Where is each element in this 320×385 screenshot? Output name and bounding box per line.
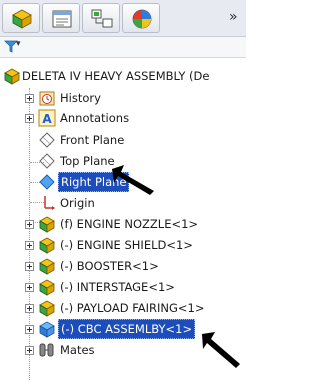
- part-icon: [39, 279, 55, 296]
- pointer-arrow-icon: [202, 332, 240, 368]
- tree-item-label: (-) ENGINE SHIELD<1>: [60, 238, 193, 252]
- expand-icon[interactable]: [25, 283, 34, 292]
- tree-root-label: DELETA IV HEAVY ASSEMBLY (De: [22, 69, 210, 83]
- appearance-icon: [132, 9, 152, 29]
- mates-icon: [39, 343, 54, 357]
- tree-item-engine-shield[interactable]: (-) ENGINE SHIELD<1>: [0, 235, 246, 255]
- manager-tab-bar: »: [0, 0, 246, 37]
- tree-item-label: Annotations: [60, 111, 130, 125]
- plane-icon: [39, 132, 55, 148]
- tree-item-label: Origin: [60, 196, 95, 210]
- assembly-icon: [4, 68, 20, 85]
- part-icon: [39, 300, 55, 317]
- tree-item-payload-fairing[interactable]: (-) PAYLOAD FAIRING<1>: [0, 298, 246, 318]
- plane-icon: [39, 174, 55, 190]
- appearance-tab[interactable]: [122, 3, 160, 33]
- tree-item-interstage[interactable]: (-) INTERSTAGE<1>: [0, 277, 246, 297]
- expand-icon[interactable]: [25, 220, 34, 229]
- origin-icon: [44, 196, 55, 210]
- tree-item-label: Top Plane: [60, 154, 115, 168]
- plane-icon: [39, 153, 55, 169]
- part-icon: [39, 258, 55, 275]
- property-manager-icon: [52, 10, 72, 28]
- expand-icon[interactable]: [25, 304, 34, 313]
- svg-text:A: A: [42, 112, 52, 126]
- expand-icon[interactable]: [25, 241, 34, 250]
- property-manager-tab[interactable]: [42, 3, 80, 33]
- pointer-arrow-icon: [112, 165, 154, 195]
- tree-root[interactable]: DELETA IV HEAVY ASSEMBLY (De: [0, 66, 246, 86]
- configuration-icon: [91, 9, 113, 28]
- tree-item-label: Mates: [60, 343, 95, 357]
- tree-item-label: (f) ENGINE NOZZLE<1>: [60, 217, 199, 231]
- tree-item-label: Front Plane: [60, 133, 125, 147]
- tree-item-label: (-) INTERSTAGE<1>: [60, 280, 175, 294]
- tree-item-label: History: [60, 91, 101, 105]
- filter-bar: ▾: [0, 37, 246, 58]
- tree-item-engine-nozzle[interactable]: (f) ENGINE NOZZLE<1>: [0, 214, 246, 234]
- part-icon: [39, 237, 55, 254]
- tree-item-history[interactable]: History: [0, 88, 246, 108]
- expand-icon[interactable]: [25, 114, 34, 123]
- tree-item-annotations[interactable]: A Annotations: [0, 108, 246, 128]
- tree-item-booster[interactable]: (-) BOOSTER<1>: [0, 256, 246, 276]
- part-icon: [39, 321, 55, 338]
- configuration-manager-tab[interactable]: [82, 3, 120, 33]
- tree-item-label: (-) CBC ASSEMLBY<1>: [58, 319, 196, 339]
- tree-item-label: (-) PAYLOAD FAIRING<1>: [60, 301, 205, 315]
- expand-icon[interactable]: [25, 325, 34, 334]
- feature-manager-tab[interactable]: [2, 3, 40, 33]
- expand-icon[interactable]: [25, 346, 34, 355]
- more-tabs-button[interactable]: »: [229, 9, 238, 25]
- tree-item-label: (-) BOOSTER<1>: [60, 259, 159, 273]
- history-icon: [39, 91, 55, 106]
- filter-dropdown-icon[interactable]: ▾: [16, 39, 21, 49]
- tree-item-front-plane[interactable]: Front Plane: [0, 130, 246, 150]
- expand-icon[interactable]: [25, 94, 34, 103]
- part-icon: [39, 216, 55, 233]
- annotations-icon: A: [38, 109, 56, 127]
- assembly-icon: [12, 9, 32, 29]
- expand-icon[interactable]: [25, 262, 34, 271]
